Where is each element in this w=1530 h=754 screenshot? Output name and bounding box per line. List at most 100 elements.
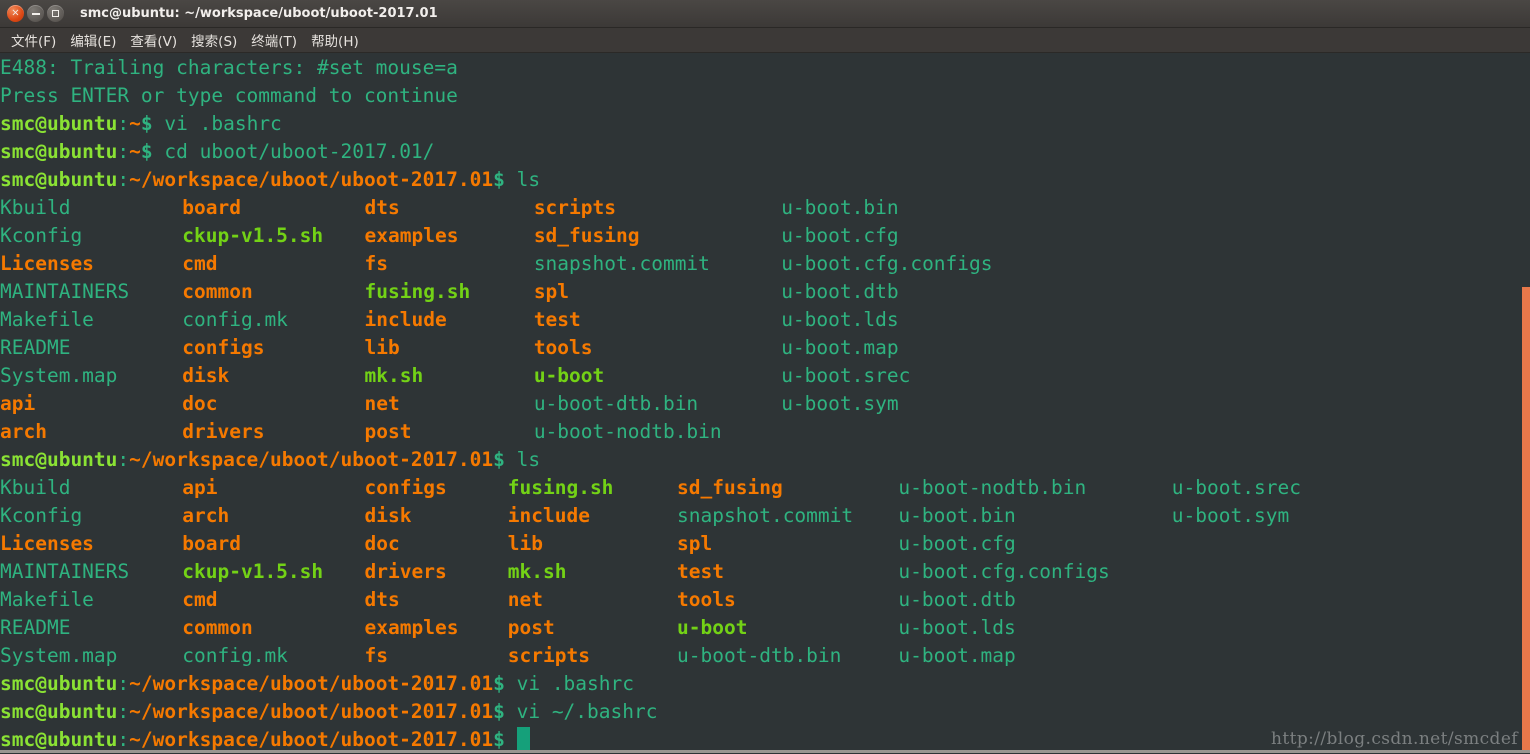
- ls-entry: drivers: [364, 560, 447, 583]
- ls-entry: snapshot.commit: [677, 504, 854, 527]
- ls-entry: post: [507, 616, 555, 639]
- vim-error-line-1: E488: Trailing characters: #set mouse=a: [0, 54, 657, 82]
- ls-entry: api: [182, 476, 218, 499]
- minimize-icon: [31, 12, 40, 15]
- ls-entry: disk: [364, 504, 412, 527]
- ls-entry: board: [182, 532, 241, 555]
- ls-output-row: Licenses cmd fs snapshot.commit u-boot.cfg.c…: [0, 250, 993, 278]
- ls-entry: README: [0, 616, 71, 639]
- ls-entry: fs: [364, 252, 389, 275]
- ls-output-row: arch drivers post u-boot-nodtb.bin: [0, 418, 722, 446]
- prompt-dollar: $: [140, 140, 153, 163]
- ls-output-row: Kconfig ckup-v1.5.sh examples sd_fusing u-bo…: [0, 222, 899, 250]
- prompt-command: vi ~/.bashrc: [504, 700, 658, 723]
- ls-entry: ckup-v1.5.sh: [182, 560, 324, 583]
- scrollbar-thumb[interactable]: [1522, 287, 1530, 753]
- ls-entry: MAINTAINERS: [0, 280, 130, 303]
- ls-entry: config.mk: [182, 644, 288, 667]
- ls-entry: fusing.sh: [507, 476, 614, 499]
- ls-entry: test: [677, 560, 724, 583]
- close-button[interactable]: ×: [7, 5, 24, 22]
- menu-item-terminal[interactable]: 终端(T): [244, 29, 304, 52]
- prompt-row: smc@ubuntu:~/workspace/uboot/uboot-2017.…: [0, 446, 657, 474]
- prompt-dollar: $: [493, 700, 505, 723]
- menu-item-file[interactable]: 文件(F): [4, 29, 63, 52]
- ls-entry: u-boot.srec: [781, 364, 911, 387]
- terminal-output: E488: Trailing characters: #set mouse=a P…: [0, 54, 1301, 753]
- prompt-dollar: $: [493, 672, 505, 695]
- ls-entry: tools: [533, 336, 593, 359]
- prompt-command: vi .bashrc: [152, 112, 282, 135]
- ls-entry: u-boot-dtb.bin: [677, 644, 842, 667]
- ls-entry: doc: [364, 532, 400, 555]
- ls-entry: doc: [182, 392, 218, 415]
- ls-entry: u-boot.bin: [898, 504, 1016, 527]
- ls-entry: include: [364, 308, 447, 331]
- ls-entry: u-boot.srec: [1171, 476, 1301, 499]
- ls-entry: arch: [0, 420, 47, 443]
- maximize-icon: [52, 10, 59, 17]
- minimize-button[interactable]: [27, 5, 44, 22]
- ls-entry: u-boot: [533, 364, 605, 387]
- prompt-user-host: smc@ubuntu: [0, 112, 118, 135]
- prompt-dollar: $: [493, 448, 505, 471]
- ls-entry: u-boot.lds: [781, 308, 899, 331]
- terminal-screen[interactable]: E488: Trailing characters: #set mouse=a P…: [0, 53, 1530, 753]
- ls-output-row: Licenses board doc lib spl u-boot.cfg: [0, 530, 1016, 558]
- ls-entry: Kconfig: [0, 504, 83, 527]
- prompt-path: ~/workspace/uboot/uboot-2017.01: [129, 700, 494, 723]
- ls-entry: ckup-v1.5.sh: [182, 224, 324, 247]
- ls-entry: snapshot.commit: [533, 252, 710, 275]
- ls-entry: include: [507, 504, 590, 527]
- ls-output-row: MAINTAINERS ckup-v1.5.sh drivers mk.sh test u…: [0, 558, 1110, 586]
- menu-item-view[interactable]: 查看(V): [123, 29, 184, 52]
- ls-entry: examples: [364, 616, 459, 639]
- prompt-path: ~/workspace/uboot/uboot-2017.01: [129, 168, 494, 191]
- prompt-row: smc@ubuntu:~$ vi .bashrc: [0, 110, 657, 138]
- close-icon: ×: [11, 7, 20, 18]
- ls-output-row: Kconfig arch disk include snapshot.commit u-b…: [0, 502, 1289, 530]
- prompt-dollar: $: [493, 728, 505, 751]
- prompt-user-host: smc@ubuntu: [0, 672, 118, 695]
- ls-entry: u-boot.lds: [898, 616, 1016, 639]
- ls-entry: Makefile: [0, 588, 94, 611]
- ls-output-row: api doc net u-boot-dtb.bin u-boot.sym: [0, 390, 899, 418]
- scrollbar-track[interactable]: [1522, 53, 1530, 753]
- ls-entry: cmd: [182, 252, 218, 275]
- ls-entry: Kconfig: [0, 224, 83, 247]
- prompt-row: smc@ubuntu:~/workspace/uboot/uboot-2017.…: [0, 166, 657, 194]
- ls-entry: common: [182, 616, 253, 639]
- ls-entry: u-boot.bin: [781, 196, 899, 219]
- ls-entry: fusing.sh: [364, 280, 471, 303]
- prompt-row: smc@ubuntu:~$ cd uboot/uboot-2017.01/: [0, 138, 657, 166]
- ls-entry: u-boot.dtb: [781, 280, 899, 303]
- ls-entry: u-boot.cfg.configs: [898, 560, 1110, 583]
- ls-entry: u-boot-nodtb.bin: [898, 476, 1087, 499]
- prompt-user-host: smc@ubuntu: [0, 140, 118, 163]
- prompt-row: smc@ubuntu:~/workspace/uboot/uboot-2017.…: [0, 726, 657, 753]
- ls-entry: fs: [364, 644, 389, 667]
- menu-item-search[interactable]: 搜索(S): [184, 29, 244, 52]
- ls-entry: examples: [364, 224, 459, 247]
- ls-entry: u-boot.dtb: [898, 588, 1016, 611]
- ls-entry: config.mk: [182, 308, 288, 331]
- ls-entry: api: [0, 392, 36, 415]
- prompt-path: ~/workspace/uboot/uboot-2017.01: [129, 448, 494, 471]
- ls-entry: scripts: [533, 196, 616, 219]
- ls-entry: u-boot.cfg.configs: [781, 252, 993, 275]
- maximize-button[interactable]: [47, 5, 64, 22]
- ls-entry: net: [364, 392, 400, 415]
- prompt-command: ls: [504, 168, 541, 191]
- ls-entry: u-boot-nodtb.bin: [533, 420, 722, 443]
- ls-entry: drivers: [182, 420, 265, 443]
- prompt-user-host: smc@ubuntu: [0, 728, 118, 751]
- ls-entry: lib: [364, 336, 400, 359]
- ls-entry: test: [533, 308, 581, 331]
- window-bottom-edge: [0, 750, 1530, 753]
- menu-item-help[interactable]: 帮助(H): [304, 29, 366, 52]
- menu-item-edit[interactable]: 编辑(E): [63, 29, 123, 52]
- ls-entry: configs: [182, 336, 265, 359]
- prompt-dollar: $: [493, 168, 505, 191]
- ls-entry: Licenses: [0, 532, 94, 555]
- prompt-colon: :: [117, 140, 130, 163]
